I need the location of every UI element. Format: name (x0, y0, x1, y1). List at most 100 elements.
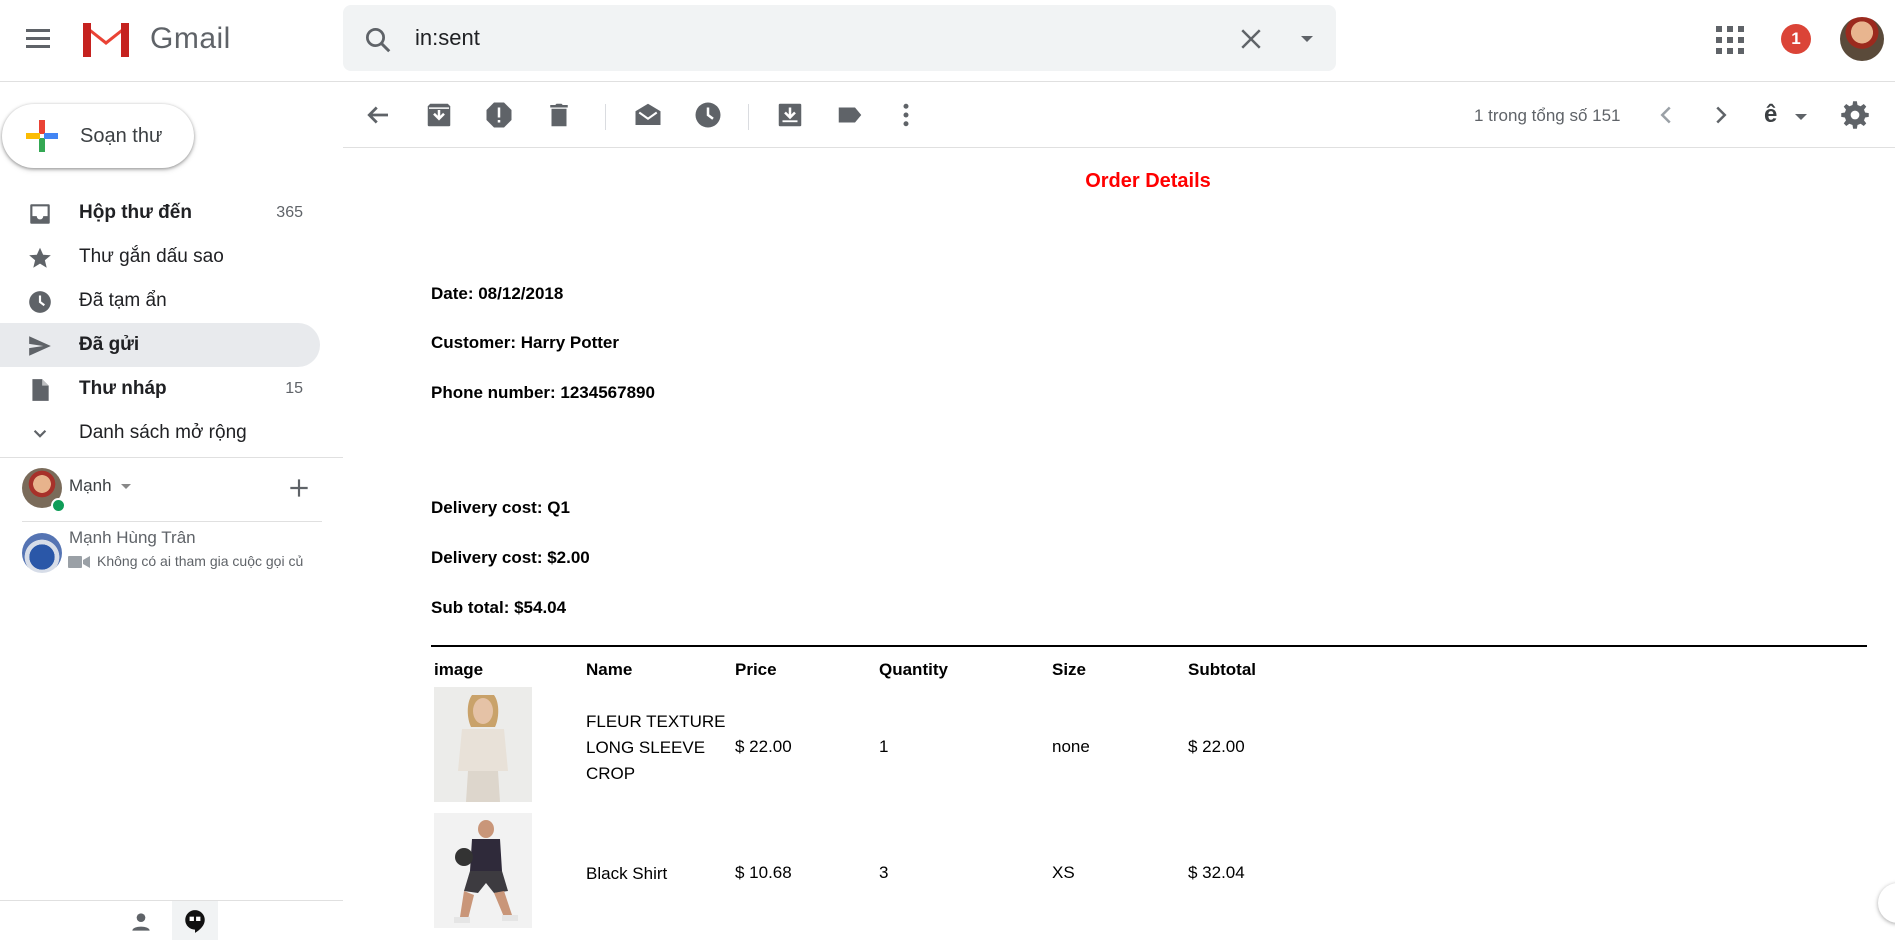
app-name: Gmail (150, 22, 231, 55)
mark-unread-icon[interactable] (633, 100, 663, 130)
move-to-icon[interactable] (775, 100, 805, 130)
nav-label: Hộp thư đến (79, 202, 192, 223)
google-apps-icon[interactable] (1716, 26, 1744, 54)
nav-label: Thư gắn dấu sao (79, 246, 224, 267)
order-title: Order Details (1085, 170, 1211, 192)
product-price: $ 22.00 (735, 737, 792, 756)
clear-search-icon[interactable] (1236, 24, 1266, 54)
inbox-icon (30, 204, 50, 224)
delete-icon[interactable] (544, 100, 574, 130)
nav-count: 365 (276, 204, 303, 221)
compose-label: Soạn thư (80, 125, 163, 147)
star-icon (29, 247, 51, 268)
hangouts-icon (185, 910, 205, 933)
product-image[interactable] (434, 687, 532, 802)
toolbar-divider (748, 104, 749, 130)
toolbar-divider (605, 104, 606, 130)
divider (431, 645, 1867, 647)
nav-item-more[interactable]: Danh sách mở rộng (0, 411, 320, 455)
plus-icon (26, 120, 58, 152)
nav-label: Thư nháp (79, 378, 167, 399)
nav-item-sent[interactable]: Đã gửi (0, 323, 320, 367)
delivery-cost: Delivery cost: $2.00 (431, 548, 590, 567)
caret-down-icon[interactable] (121, 484, 131, 489)
person-icon[interactable] (128, 909, 154, 935)
contact-name: Mạnh Hùng Trân (69, 528, 196, 547)
delivery-area: Delivery cost: Q1 (431, 498, 570, 517)
table-row: FLEUR TEXTURE LONG SLEEVE CROP $ 22.00 1… (431, 687, 1867, 805)
chevron-down-icon (33, 429, 47, 438)
product-quantity: 1 (879, 737, 889, 756)
product-subtotal: $ 22.00 (1188, 737, 1245, 756)
compose-button[interactable]: Soạn thư (2, 104, 194, 168)
product-price: $ 10.68 (735, 863, 792, 882)
column-header: Size (1052, 660, 1087, 679)
hangouts-panel: Mạnh Mạnh Hùng Trân Không có ai tham gia… (0, 457, 343, 573)
phone-number: Phone number: 1234567890 (431, 383, 655, 402)
sidebar: Soạn thư Hộp thư đến 365 Thư gắn dấu sao… (0, 82, 343, 940)
archive-icon[interactable] (424, 100, 454, 130)
input-tool-label: ê (1764, 101, 1778, 128)
input-tools-selector[interactable]: ê (1764, 101, 1814, 131)
column-header: Price (735, 660, 777, 679)
back-arrow-icon[interactable] (363, 100, 393, 130)
caret-down-icon (1795, 114, 1807, 120)
column-header: Name (586, 660, 633, 679)
product-image[interactable] (434, 813, 532, 928)
snooze-icon[interactable] (693, 100, 723, 130)
folder-nav: Hộp thư đến 365 Thư gắn dấu sao Đã tạm ẩ… (0, 191, 343, 455)
product-name: Black Shirt (586, 864, 668, 883)
label-icon[interactable] (835, 100, 865, 130)
sub-total: Sub total: $54.04 (431, 598, 567, 617)
notification-badge[interactable]: 1 (1781, 24, 1811, 54)
search-icon[interactable] (363, 25, 393, 55)
nav-label: Danh sách mở rộng (79, 422, 247, 443)
order-date: Date: 08/12/2018 (431, 284, 564, 303)
column-header: Subtotal (1188, 660, 1256, 679)
top-header: Gmail 1 (0, 0, 1895, 82)
nav-item-starred[interactable]: Thư gắn dấu sao (0, 235, 320, 279)
product-quantity: 3 (879, 863, 889, 882)
more-vert-icon[interactable] (891, 100, 921, 130)
page-count: 1 trong tổng số 151 (1474, 106, 1621, 125)
user-name: Mạnh (69, 476, 112, 495)
send-icon (29, 336, 51, 356)
nav-label: Đã gửi (79, 334, 140, 355)
online-status-dot (51, 498, 66, 513)
add-contact-icon[interactable] (286, 475, 312, 501)
product-name: FLEUR TEXTURE LONG SLEEVE CROP (586, 712, 726, 783)
draft-icon (32, 379, 49, 401)
product-subtotal: $ 32.04 (1188, 863, 1245, 882)
customer-name: Customer: Harry Potter (431, 333, 619, 352)
main-menu-button[interactable] (22, 24, 58, 54)
prev-message-icon[interactable] (1651, 100, 1681, 130)
product-size: XS (1052, 863, 1075, 882)
video-call-icon (68, 556, 90, 568)
column-header: Quantity (879, 660, 948, 679)
nav-count: 15 (285, 380, 303, 397)
hangouts-tab[interactable] (172, 901, 218, 940)
table-row: Black Shirt $ 10.68 3 XS $ 32.04 (431, 813, 1867, 931)
hangouts-user[interactable]: Mạnh (0, 458, 343, 520)
product-size: none (1052, 737, 1090, 756)
search-bar (343, 5, 1336, 71)
next-message-icon[interactable] (1706, 100, 1736, 130)
contact-status: Không có ai tham gia cuộc gọi củ (97, 553, 304, 569)
gmail-logo[interactable] (80, 19, 132, 59)
report-spam-icon[interactable] (484, 100, 514, 130)
message-toolbar: 1 trong tổng số 151 ê (343, 82, 1895, 148)
nav-label: Đã tạm ẩn (79, 290, 167, 311)
settings-gear-icon[interactable] (1840, 100, 1870, 130)
email-body: Order Details Date: 08/12/2018 Customer:… (343, 148, 1895, 939)
hangouts-contact[interactable]: Mạnh Hùng Trân Không có ai tham gia cuộc… (0, 525, 343, 575)
clock-icon (29, 291, 51, 313)
account-avatar[interactable] (1840, 17, 1884, 61)
nav-item-inbox[interactable]: Hộp thư đến 365 (0, 191, 320, 235)
divider (22, 521, 322, 522)
sidebar-bottom-bar (0, 900, 343, 940)
column-header: image (434, 660, 484, 679)
search-options-icon[interactable] (1295, 29, 1319, 49)
nav-item-snoozed[interactable]: Đã tạm ẩn (0, 279, 320, 323)
nav-item-drafts[interactable]: Thư nháp 15 (0, 367, 320, 411)
search-input[interactable] (415, 21, 1175, 55)
